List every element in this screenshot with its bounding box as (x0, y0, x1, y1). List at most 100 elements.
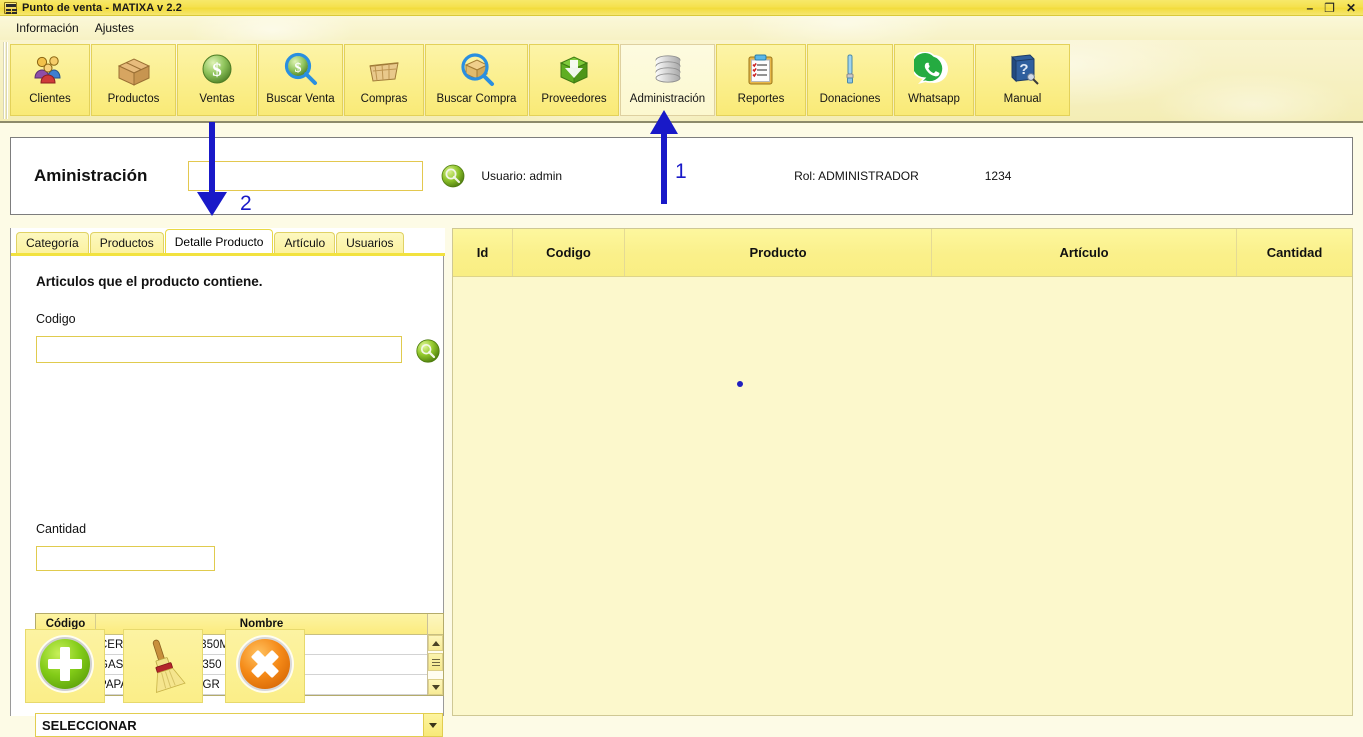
detail-column-header-articulo[interactable]: Artículo (932, 229, 1237, 276)
toolbar-button-label: Administración (625, 93, 710, 105)
database-icon (648, 52, 688, 88)
toolbar-button-label: Reportes (733, 93, 790, 105)
close-button[interactable]: ✕ (1346, 2, 1356, 14)
tab-usuarios[interactable]: Usuarios (336, 232, 403, 253)
toolbar-button-compras[interactable]: Compras (344, 44, 424, 116)
menu-item-ajustes[interactable]: Ajustes (87, 18, 142, 38)
box-icon (114, 52, 154, 88)
main-toolbar: Clientes Productos $ Ventas $ Buscar Vent… (0, 40, 1363, 123)
toolbar-button-reportes[interactable]: Reportes (716, 44, 806, 116)
green-globe-search-icon[interactable] (440, 163, 466, 189)
app-icon (4, 2, 17, 14)
toolbar-button-manual[interactable]: ? Manual (975, 44, 1070, 116)
toolbar-button-label: Proveedores (536, 93, 611, 105)
articulo-select[interactable]: SELECCIONAR (35, 713, 443, 737)
toolbar-button-whatsapp[interactable]: Whatsapp (894, 44, 974, 116)
cursor-dot (737, 381, 743, 387)
tab-label: Artículo (284, 236, 325, 250)
detail-table-body[interactable] (453, 277, 1352, 715)
maximize-button[interactable]: ❐ (1324, 2, 1335, 14)
dollar-coin-icon: $ (197, 52, 237, 88)
orange-x-icon (234, 633, 296, 700)
toolbar-button-label: Buscar Venta (261, 93, 339, 105)
whatsapp-icon (914, 52, 954, 88)
annotation-label-2: 2 (240, 192, 252, 216)
clipboard-checklist-icon (741, 52, 781, 88)
blue-book-question-icon: ? (1003, 52, 1043, 88)
toolbar-button-ventas[interactable]: $ Ventas (177, 44, 257, 116)
window-controls: – ❐ ✕ (1306, 2, 1363, 14)
header-search-input[interactable] (188, 161, 423, 191)
tab-detalle-producto[interactable]: Detalle Producto (165, 229, 274, 253)
detail-column-header-cantidad[interactable]: Cantidad (1237, 229, 1352, 276)
toolbar-button-productos[interactable]: Productos (91, 44, 176, 116)
scrollbar-thumb[interactable] (428, 653, 443, 671)
detail-column-header-id[interactable]: Id (453, 229, 513, 276)
green-sphere-search-icon[interactable] (415, 338, 441, 364)
tab-productos[interactable]: Productos (90, 232, 164, 253)
search-package-icon (457, 52, 497, 88)
tab-articulo[interactable]: Artículo (274, 232, 335, 253)
articulo-select-value: SELECCIONAR (36, 718, 423, 733)
scrollbar-track[interactable] (428, 651, 443, 679)
toolbar-button-label: Manual (999, 93, 1047, 105)
minimize-button[interactable]: – (1306, 2, 1313, 14)
detalle-producto-table: IdCodigoProductoArtículoCantidad (452, 228, 1353, 716)
toolbar-button-administracion[interactable]: Administración (620, 44, 715, 116)
clients-group-icon (30, 52, 70, 88)
toolbar-button-label: Productos (103, 93, 165, 105)
role-label: Rol: ADMINISTRADOR (794, 169, 919, 183)
green-plus-icon (34, 633, 96, 700)
detail-column-header-codigo[interactable]: Codigo (513, 229, 625, 276)
toolbar-button-buscar-compra[interactable]: Buscar Compra (425, 44, 528, 116)
cantidad-input[interactable] (36, 546, 215, 571)
toolbar-button-label: Buscar Compra (432, 93, 522, 105)
product-grid-scrollbar[interactable] (427, 614, 443, 695)
delete-button[interactable] (225, 629, 305, 703)
toolbar-drag-handle[interactable] (2, 42, 10, 119)
menu-item-informacion[interactable]: Información (8, 18, 87, 38)
toolbar-button-label: Whatsapp (903, 93, 965, 105)
annotation-label-1: 1 (675, 160, 687, 184)
scroll-down-arrow-icon[interactable] (428, 679, 443, 695)
codigo-input[interactable] (36, 336, 402, 363)
panel-heading: Articulos que el producto contiene. (36, 274, 263, 289)
add-button[interactable] (25, 629, 105, 703)
detail-column-header-producto[interactable]: Producto (625, 229, 932, 276)
green-box-arrow-icon (554, 52, 594, 88)
window-title: Punto de venta - MATIXA v 2.2 (22, 2, 182, 14)
code-label: 1234 (985, 169, 1012, 183)
toolbar-button-label: Donaciones (815, 93, 886, 105)
cantidad-label: Cantidad (36, 522, 86, 536)
svg-text:$: $ (212, 60, 222, 81)
chevron-down-icon[interactable] (423, 714, 442, 736)
codigo-label: Codigo (36, 312, 76, 326)
detalle-producto-panel: Categoría Productos Detalle Producto Artícu… (10, 228, 444, 716)
toolbar-button-clientes[interactable]: Clientes (10, 44, 90, 116)
toolbar-button-label: Ventas (194, 93, 239, 105)
svg-text:$: $ (294, 61, 301, 76)
basket-icon (364, 52, 404, 88)
title-bar: Punto de venta - MATIXA v 2.2 – ❐ ✕ (0, 0, 1363, 16)
toolbar-button-label: Compras (356, 93, 413, 105)
tab-categoria[interactable]: Categoría (16, 232, 89, 253)
search-dollar-icon: $ (281, 52, 321, 88)
toolbar-button-donaciones[interactable]: Donaciones (807, 44, 893, 116)
user-label: Usuario: admin (481, 169, 562, 183)
toolbar-button-proveedores[interactable]: Proveedores (529, 44, 619, 116)
broom-icon (134, 635, 192, 698)
scroll-up-arrow-icon[interactable] (428, 635, 443, 651)
tab-strip: Categoría Productos Detalle Producto Artícu… (11, 228, 445, 256)
page-title: Aministración (34, 166, 147, 186)
tab-label: Productos (100, 236, 154, 250)
scrollbar-corner (428, 614, 443, 635)
toolbar-button-buscar-venta[interactable]: $ Buscar Venta (258, 44, 343, 116)
menu-bar: Información Ajustes (0, 16, 1363, 40)
detail-table-header: IdCodigoProductoArtículoCantidad (453, 229, 1352, 277)
toolbar-button-label: Clientes (24, 93, 76, 105)
svg-text:?: ? (1019, 61, 1028, 78)
tab-label: Detalle Producto (175, 235, 264, 249)
tab-label: Categoría (26, 236, 79, 250)
clear-button[interactable] (123, 629, 203, 703)
exclamation-icon (830, 52, 870, 88)
